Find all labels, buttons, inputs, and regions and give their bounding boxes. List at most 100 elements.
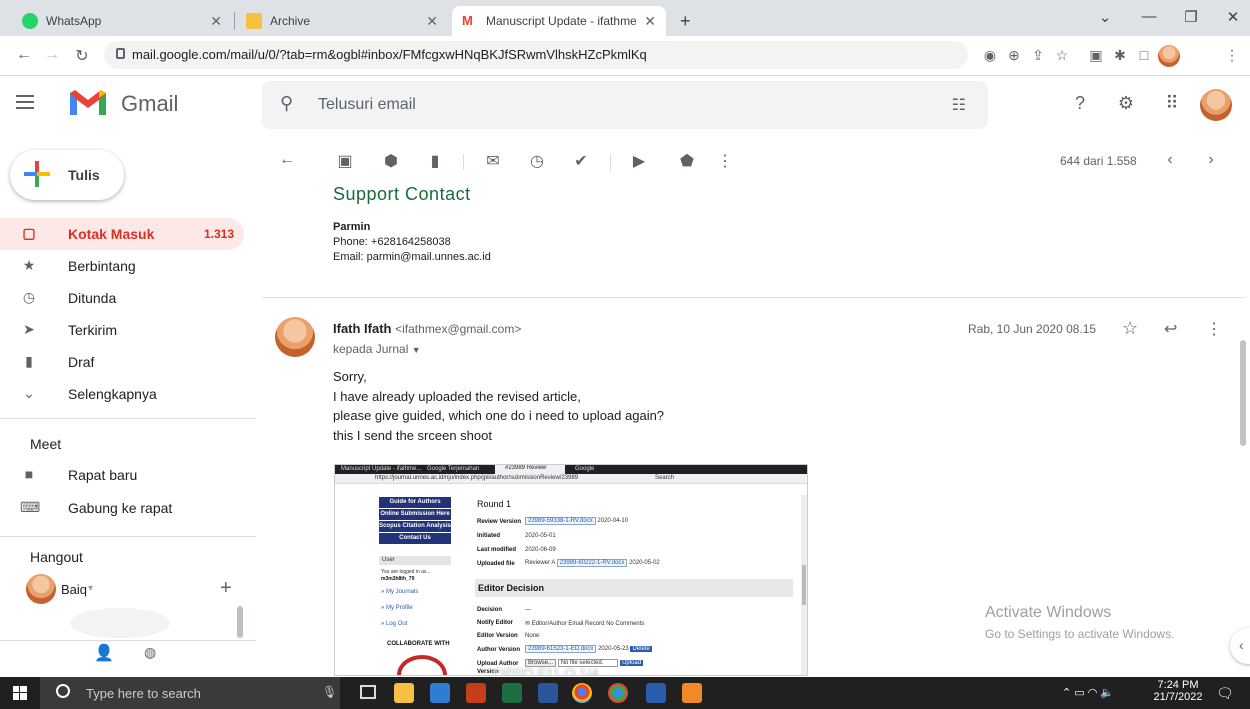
hangout-user-name[interactable]: Baiq: [61, 582, 87, 597]
puzzle-icon[interactable]: ✱: [1110, 47, 1130, 64]
sidebar-item-new-meeting[interactable]: ■ Rapat baru: [0, 459, 244, 491]
close-tab-icon[interactable]: ✕: [644, 13, 656, 30]
profile-avatar[interactable]: [1158, 45, 1180, 67]
sidepanel-icon[interactable]: □: [1134, 47, 1154, 63]
search-bar[interactable]: ⚲ Telusuri email ☷: [262, 81, 988, 129]
shot-file-link: 23989-60222-1-RV.docx: [556, 559, 628, 567]
search-options-icon[interactable]: ☷: [952, 95, 966, 115]
sidebar-item-inbox[interactable]: ▢ Kotak Masuk 1.313: [0, 218, 244, 250]
word-icon[interactable]: [538, 683, 558, 703]
star-icon: ★: [22, 257, 36, 273]
add-task-icon[interactable]: ✔: [570, 151, 592, 171]
powerpoint-icon[interactable]: [466, 683, 486, 703]
apps-grid-icon[interactable]: ⠿: [1160, 93, 1184, 114]
sidebar-scrollbar[interactable]: [237, 606, 243, 638]
clock[interactable]: 7:24 PM 21/7/2022: [1152, 679, 1204, 703]
add-hangout-button[interactable]: +: [220, 577, 232, 600]
file-explorer-icon[interactable]: [394, 683, 414, 703]
back-arrow-icon[interactable]: ←: [14, 46, 34, 64]
search-icon[interactable]: ⚲: [280, 93, 293, 114]
media-player-icon[interactable]: [646, 683, 666, 703]
chrome-profile-icon[interactable]: [608, 683, 628, 703]
microphone-icon[interactable]: 🎙: [322, 685, 337, 699]
back-to-inbox-icon[interactable]: ←: [276, 151, 298, 169]
chat-bubble-icon[interactable]: ◍: [144, 644, 156, 661]
more-vert-icon[interactable]: ⋮: [1206, 319, 1222, 339]
restore-button[interactable]: ❐: [1176, 8, 1206, 26]
taskbar-app-icon[interactable]: [430, 683, 450, 703]
menu-icon[interactable]: [16, 95, 34, 109]
caret-down-icon[interactable]: ▾: [88, 583, 93, 594]
recipient-line[interactable]: kepada Jurnal ▼: [333, 342, 421, 356]
account-avatar[interactable]: [1200, 89, 1232, 121]
sender-avatar[interactable]: [275, 317, 315, 357]
new-tab-button[interactable]: +: [680, 11, 691, 32]
details-caret-icon[interactable]: ▼: [412, 345, 421, 355]
close-tab-icon[interactable]: ✕: [426, 13, 438, 30]
more-vert-icon[interactable]: ⋮: [1222, 47, 1242, 64]
more-vert-icon[interactable]: ⋮: [714, 151, 736, 171]
excel-icon[interactable]: [502, 683, 522, 703]
compose-button[interactable]: Tulis: [10, 150, 124, 200]
report-spam-icon[interactable]: ⬢: [380, 151, 402, 171]
taskbar-app-icon[interactable]: [682, 683, 702, 703]
gear-icon[interactable]: ⚙: [1114, 93, 1138, 114]
sidebar-item-starred[interactable]: ★ Berbintang: [0, 250, 244, 282]
system-tray-icons[interactable]: ⌃ ▭ ◠ 🔈: [1062, 686, 1114, 699]
sidebar-item-drafts[interactable]: ▮ Draf: [0, 346, 244, 378]
help-icon[interactable]: ?: [1068, 93, 1092, 114]
gmail-logo-icon: [70, 90, 106, 115]
minimize-button[interactable]: —: [1134, 8, 1164, 25]
archive-icon[interactable]: ▣: [334, 151, 356, 171]
tab-archive[interactable]: Archive ✕: [236, 6, 448, 36]
chrome-icon[interactable]: [572, 683, 592, 703]
task-view-icon[interactable]: [360, 685, 376, 699]
sidebar-item-sent[interactable]: ➤ Terkirim: [0, 314, 244, 346]
bookmark-star-icon[interactable]: ☆: [1052, 47, 1072, 64]
sidebar-item-join-meeting[interactable]: ⌨ Gabung ke rapat: [0, 492, 244, 524]
forward-arrow-icon[interactable]: →: [42, 46, 62, 64]
close-window-button[interactable]: ✕: [1218, 8, 1248, 26]
recipient-text: kepada Jurnal: [333, 342, 409, 356]
newer-chevron-icon[interactable]: ‹: [1159, 151, 1181, 169]
notification-icon[interactable]: 🗨: [1216, 685, 1234, 702]
windows-start-icon[interactable]: [13, 686, 27, 700]
shot-link: » Log Out: [381, 621, 408, 627]
extension-icon[interactable]: ▣: [1086, 47, 1106, 64]
inline-screenshot-image[interactable]: Manuscript Update - ifathme... Google Te…: [334, 464, 808, 676]
label-icon[interactable]: ⬟: [676, 151, 698, 171]
close-tab-icon[interactable]: ✕: [210, 13, 222, 30]
search-input[interactable]: Telusuri email: [318, 96, 416, 114]
tab-manuscript-update[interactable]: M Manuscript Update - ifathmex@ ✕: [452, 6, 666, 36]
sender-email: <ifathmex@gmail.com>: [395, 322, 522, 336]
sidebar-item-label: Kotak Masuk: [68, 226, 155, 242]
person-icon[interactable]: 👤: [94, 643, 114, 663]
sender-line: Ifath Ifath <ifathmex@gmail.com>: [333, 321, 521, 336]
main-scrollbar-thumb[interactable]: [1240, 340, 1246, 446]
star-icon[interactable]: ☆: [1122, 318, 1138, 339]
mark-unread-icon[interactable]: ✉: [482, 151, 504, 171]
sidebar-item-snoozed[interactable]: ◷ Ditunda: [0, 282, 244, 314]
tab-search-icon[interactable]: ⌄: [1090, 8, 1120, 26]
snooze-icon[interactable]: ◷: [526, 151, 548, 171]
zoom-icon[interactable]: ⊕: [1004, 47, 1024, 64]
eye-icon[interactable]: ◉: [980, 47, 1000, 64]
draft-icon: ▮: [25, 353, 33, 369]
address-bar[interactable]: mail.google.com/mail/u/0/?tab=rm&ogbl#in…: [104, 41, 968, 69]
sender-name[interactable]: Ifath Ifath: [333, 321, 392, 336]
older-chevron-icon[interactable]: ›: [1200, 151, 1222, 169]
hangout-user-avatar[interactable]: [26, 574, 56, 604]
tab-whatsapp[interactable]: WhatsApp ✕: [12, 6, 232, 36]
tab-separator: [234, 12, 235, 30]
browser-tab-strip: WhatsApp ✕ Archive ✕ M Manuscript Update…: [0, 0, 1250, 36]
taskbar-search-box[interactable]: Type here to search 🎙: [40, 677, 340, 709]
send-icon: ➤: [23, 321, 35, 337]
reply-icon[interactable]: ↩: [1164, 319, 1177, 339]
taskbar-search-input[interactable]: Type here to search: [86, 686, 201, 701]
move-to-icon[interactable]: ▶: [628, 151, 650, 171]
share-icon[interactable]: ⇪: [1028, 47, 1048, 64]
reload-icon[interactable]: ↻: [72, 46, 92, 66]
delete-icon[interactable]: ▮: [424, 151, 446, 171]
sidebar-item-more[interactable]: ⌄ Selengkapnya: [0, 378, 244, 410]
side-panel-toggle[interactable]: ‹: [1230, 628, 1250, 664]
